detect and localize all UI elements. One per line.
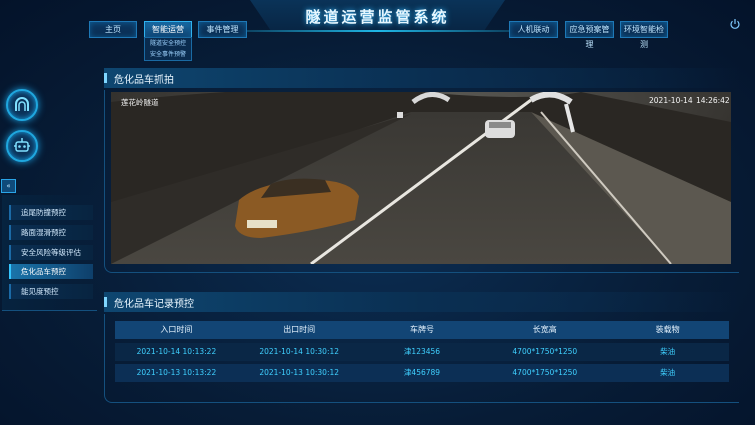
nav-emergency-plan[interactable]: 应急预案管理 <box>565 21 614 49</box>
camera-feed[interactable]: 莲花岭隧道 2021-10-14 14:26:42 <box>111 92 731 264</box>
records-panel-title: 危化品车记录预控 <box>114 299 194 310</box>
cell-entry-time: 2021-10-14 10:13:22 <box>136 347 217 356</box>
collapse-sidebar-button[interactable]: « <box>1 179 16 193</box>
cell-dimensions: 4700*1750*1250 <box>512 368 578 377</box>
column-header-dimensions: 长宽高 <box>532 325 557 334</box>
header-marker <box>104 73 107 83</box>
table-row[interactable]: 2021-10-14 10:13:22 2021-10-14 10:30:12 … <box>115 343 729 361</box>
menu-item-rear-end[interactable]: 追尾防撞预控 <box>9 205 93 220</box>
cell-exit-time: 2021-10-13 10:30:12 <box>259 368 340 377</box>
cell-cargo: 柴油 <box>660 347 676 356</box>
title-underline <box>200 30 555 32</box>
capture-panel-header: 危化品车抓拍 <box>104 68 740 88</box>
column-header-plate: 车牌号 <box>409 325 434 334</box>
column-header-cargo: 装载物 <box>655 325 680 334</box>
cell-plate: 津123456 <box>403 347 441 356</box>
robot-icon[interactable] <box>6 130 38 162</box>
column-header-exit-time: 出口时间 <box>283 325 316 334</box>
header-marker <box>104 297 107 307</box>
table-row[interactable]: 2021-10-13 10:13:22 2021-10-13 10:30:12 … <box>115 364 729 382</box>
table-header: 入口时间 出口时间 车牌号 长宽高 装载物 <box>115 321 729 339</box>
submenu-item-tunnel-safety[interactable]: 隧道安全预控 <box>145 38 191 49</box>
column-header-entry-time: 入口时间 <box>160 325 193 334</box>
menu-item-hazmat[interactable]: 危化品车预控 <box>9 264 93 279</box>
header: 隧道运营监管系统 主页 智能运营 事件管理 人机联动 应急预案管理 环境智能检测 <box>0 0 755 49</box>
smart-operation-submenu: 隧道安全预控 安全事件预警 <box>144 37 192 61</box>
page-title: 隧道运营监管系统 <box>305 8 450 26</box>
cell-plate: 津456789 <box>403 368 441 377</box>
camera-location: 莲花岭隧道 <box>121 98 159 107</box>
cell-cargo: 柴油 <box>660 368 676 377</box>
cell-dimensions: 4700*1750*1250 <box>512 347 578 356</box>
power-icon[interactable] <box>729 18 741 30</box>
capture-panel-title: 危化品车抓拍 <box>114 75 174 86</box>
menu-item-slippery-road[interactable]: 路面湿滑预控 <box>9 225 93 240</box>
white-car <box>485 120 515 138</box>
submenu-item-safety-warning[interactable]: 安全事件预警 <box>145 49 191 60</box>
records-panel-header: 危化品车记录预控 <box>104 292 740 312</box>
cell-exit-time: 2021-10-14 10:30:12 <box>259 347 340 356</box>
nav-environment[interactable]: 环境智能检测 <box>620 21 668 49</box>
tunnel-scene <box>111 92 731 264</box>
menu-item-visibility[interactable]: 能见度预控 <box>9 284 93 299</box>
cell-entry-time: 2021-10-13 10:13:22 <box>136 368 217 377</box>
menu-item-risk-level[interactable]: 安全风险等级评估 <box>9 245 93 260</box>
nav-human-machine[interactable]: 人机联动 <box>509 21 558 38</box>
camera-date: 2021-10-14 <box>649 96 693 105</box>
tunnel-icon[interactable] <box>6 89 38 121</box>
nav-smart-operation[interactable]: 智能运营 <box>144 21 192 38</box>
camera-time: 14:26:42 <box>696 96 730 105</box>
nav-home[interactable]: 主页 <box>89 21 137 38</box>
nav-event-management[interactable]: 事件管理 <box>198 21 247 38</box>
